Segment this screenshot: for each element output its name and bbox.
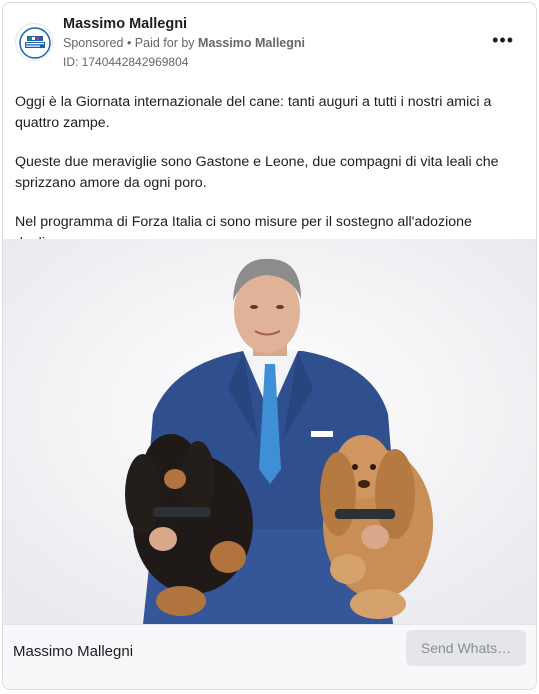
body-paragraph: Queste due meraviglie sono Gastone e Leo… — [15, 154, 499, 191]
paid-for-prefix: Paid for by — [134, 36, 199, 50]
man-with-two-dogs-image — [3, 239, 536, 624]
ad-header: Massimo Mallegni Sponsored • Paid for by… — [3, 3, 536, 83]
ad-image[interactable] — [3, 239, 536, 624]
page-name[interactable]: Massimo Mallegni — [63, 16, 187, 32]
more-options-icon[interactable]: ••• — [492, 31, 514, 49]
separator: • — [123, 36, 135, 50]
body-paragraph: Oggi è la Giornata internazionale del ca… — [15, 94, 492, 131]
sponsored-label: Sponsored — [63, 36, 124, 50]
forza-italia-logo-icon — [17, 25, 52, 60]
avatar[interactable] — [15, 23, 53, 61]
footer-page-name[interactable]: Massimo Mallegni — [13, 643, 133, 660]
ad-id: ID: 1740442842969804 — [63, 55, 189, 69]
paid-for-name: Massimo Mallegni — [198, 36, 306, 50]
ad-footer: Massimo Mallegni Send Whats… — [3, 624, 536, 689]
sponsored-line: Sponsored • Paid for by Massimo Mallegni — [63, 36, 305, 50]
send-whatsapp-button[interactable]: Send Whats… — [406, 630, 526, 666]
ad-card: Massimo Mallegni Sponsored • Paid for by… — [2, 2, 537, 690]
